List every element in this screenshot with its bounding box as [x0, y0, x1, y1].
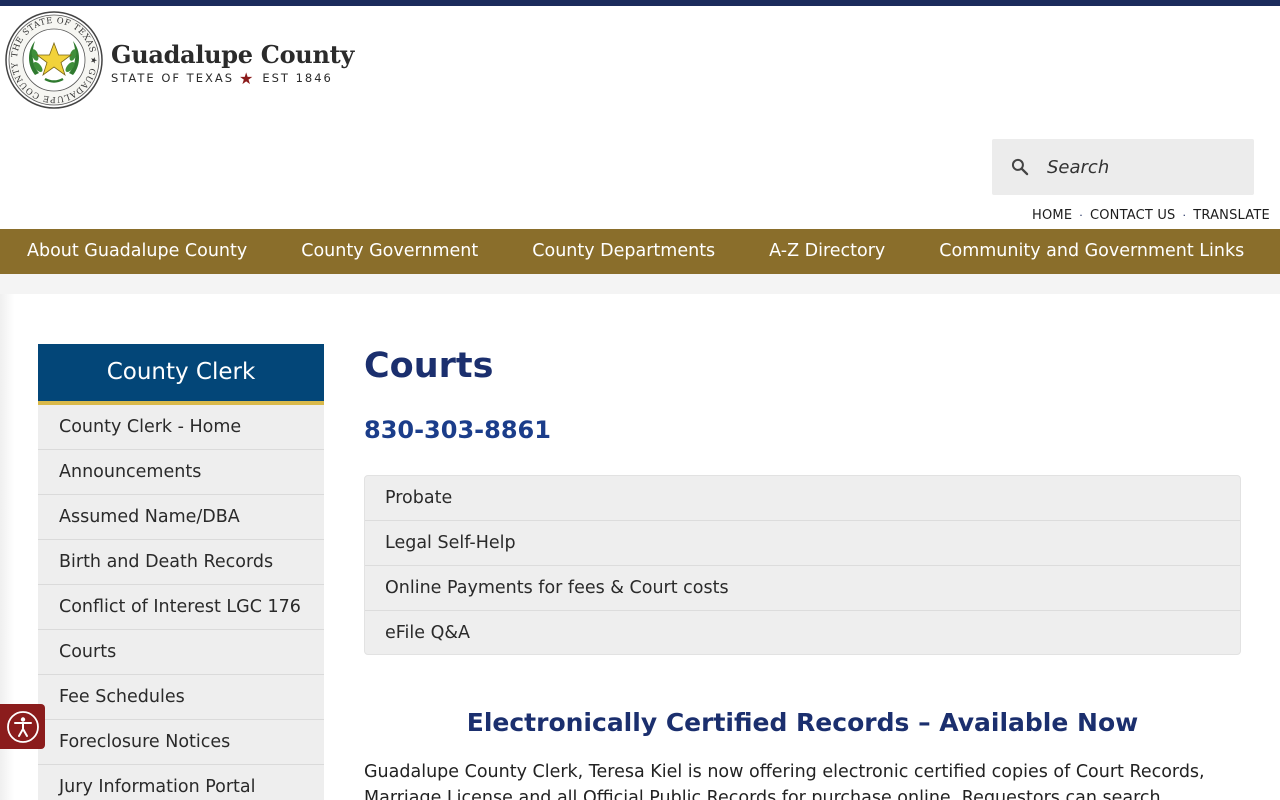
main-navigation: About Guadalupe County County Government… — [0, 229, 1280, 274]
top-accent-strip — [0, 0, 1280, 6]
body-paragraph: Guadalupe County Clerk, Teresa Kiel is n… — [364, 762, 1205, 800]
search-box[interactable] — [992, 139, 1254, 195]
section-heading: Electronically Certified Records – Avail… — [466, 708, 1139, 737]
translate-link[interactable]: TRANSLATE — [1193, 208, 1270, 223]
search-input[interactable] — [1047, 156, 1237, 178]
sidebar-item-birth-death-records[interactable]: Birth and Death Records — [38, 540, 324, 585]
sidebar-item-jury-information-portal[interactable]: Jury Information Portal — [38, 765, 324, 800]
courts-subnav: Probate Legal Self-Help Online Payments … — [364, 475, 1241, 655]
utility-links: HOME · CONTACT US · TRANSLATE — [1032, 208, 1270, 223]
sidebar-item-conflict-of-interest[interactable]: Conflict of Interest LGC 176 — [38, 585, 324, 630]
county-seal-icon: THE STATE OF TEXAS ★ GUADALUPE COUNTY ★ — [5, 11, 103, 109]
contact-us-link[interactable]: CONTACT US — [1090, 208, 1176, 223]
brand-established: EST 1846 — [262, 71, 333, 85]
search-icon[interactable] — [1010, 157, 1030, 177]
nav-county-government[interactable]: County Government — [247, 229, 478, 274]
sidebar-item-announcements[interactable]: Announcements — [38, 450, 324, 495]
brand-block[interactable]: Guadalupe County STATE OF TEXAS ★ EST 18… — [111, 40, 355, 88]
home-link[interactable]: HOME — [1032, 208, 1072, 223]
sidebar-item-assumed-name-dba[interactable]: Assumed Name/DBA — [38, 495, 324, 540]
sidebar-item-foreclosure-notices[interactable]: Foreclosure Notices — [38, 720, 324, 765]
separator-dot: · — [1079, 209, 1083, 222]
sidebar-item-fee-schedules[interactable]: Fee Schedules — [38, 675, 324, 720]
sidebar-item-courts[interactable]: Courts — [38, 630, 324, 675]
separator-dot: · — [1182, 209, 1187, 222]
nav-underband — [0, 274, 1280, 294]
subnav-item-probate[interactable]: Probate — [365, 476, 1240, 521]
subnav-item-online-payments[interactable]: Online Payments for fees & Court costs — [365, 566, 1240, 611]
subnav-item-efile-qa[interactable]: eFile Q&A — [365, 611, 1240, 654]
brand-subtitle: STATE OF TEXAS ★ EST 1846 — [111, 68, 354, 88]
page-title: Courts — [364, 346, 494, 386]
phone-number[interactable]: 830-303-8861 — [364, 416, 551, 444]
sidebar: County Clerk County Clerk - Home Announc… — [38, 344, 324, 800]
nav-community-and-government-links[interactable]: Community and Government Links — [885, 229, 1244, 274]
accessibility-person-icon — [6, 710, 39, 743]
accessibility-button[interactable] — [0, 704, 45, 749]
nav-a-z-directory[interactable]: A-Z Directory — [715, 229, 885, 274]
subnav-item-legal-self-help[interactable]: Legal Self-Help — [365, 521, 1240, 566]
nav-about-guadalupe-county[interactable]: About Guadalupe County — [0, 229, 247, 274]
brand-state: STATE OF TEXAS — [111, 71, 235, 85]
nav-county-departments[interactable]: County Departments — [478, 229, 715, 274]
star-icon: ★ — [239, 68, 254, 88]
sidebar-title[interactable]: County Clerk — [38, 344, 324, 405]
sidebar-item-county-clerk-home[interactable]: County Clerk - Home — [38, 405, 324, 450]
brand-title: Guadalupe County — [111, 40, 355, 69]
